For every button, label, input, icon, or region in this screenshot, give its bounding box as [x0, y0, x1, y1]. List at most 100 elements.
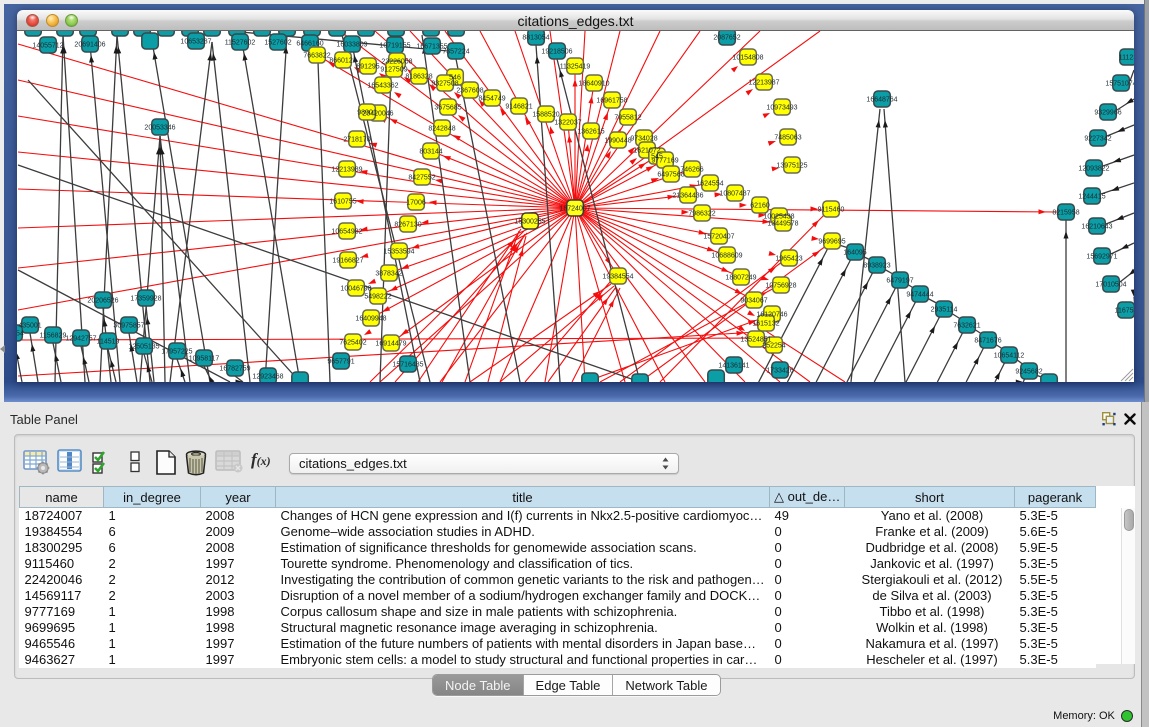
- svg-text:10688609: 10688609: [711, 252, 742, 259]
- svg-text:9227342: 9227342: [1084, 135, 1111, 142]
- svg-text:1244415: 1244415: [1078, 193, 1105, 200]
- svg-text:10154808: 10154808: [732, 54, 763, 61]
- svg-text:9245682: 9245682: [1015, 368, 1042, 375]
- svg-text:2718170: 2718170: [343, 136, 370, 143]
- svg-text:12213987: 12213987: [748, 79, 779, 86]
- svg-text:2935114: 2935114: [931, 306, 958, 313]
- svg-text:7986322: 7986322: [688, 210, 715, 217]
- svg-text:9777169: 9777169: [651, 157, 678, 164]
- svg-text:1156829: 1156829: [40, 332, 67, 339]
- svg-text:14136141: 14136141: [718, 362, 749, 369]
- svg-text:18640910: 18640910: [578, 80, 609, 87]
- svg-text:18724007: 18724007: [559, 205, 590, 212]
- svg-text:8813054: 8813054: [522, 34, 549, 41]
- svg-text:1527602: 1527602: [264, 39, 291, 46]
- svg-text:10719155: 10719155: [379, 42, 410, 49]
- svg-text:7663822: 7663822: [303, 52, 330, 59]
- svg-text:891295: 891295: [356, 63, 379, 70]
- svg-text:114519: 114519: [97, 338, 120, 345]
- svg-text:9474444: 9474444: [906, 291, 933, 298]
- svg-text:12923468: 12923468: [252, 373, 283, 380]
- svg-text:2087652: 2087652: [713, 34, 740, 41]
- svg-text:5498222: 5498222: [364, 293, 391, 300]
- svg-text:9115460: 9115460: [818, 206, 845, 213]
- svg-text:9734028: 9734028: [630, 135, 657, 142]
- svg-text:17359928: 17359928: [130, 295, 161, 302]
- svg-text:23226058: 23226058: [381, 58, 412, 65]
- svg-text:11123: 11123: [1119, 54, 1134, 61]
- svg-text:2367608: 2367608: [456, 87, 483, 94]
- svg-text:19166827: 19166827: [332, 257, 363, 264]
- svg-text:7632621: 7632621: [953, 322, 980, 329]
- svg-text:1362615: 1362615: [577, 128, 604, 135]
- svg-text:8242848: 8242848: [428, 125, 455, 132]
- svg-text:252254: 252254: [762, 342, 785, 349]
- svg-text:9034067: 9034067: [740, 297, 767, 304]
- svg-text:116753: 116753: [1115, 307, 1134, 314]
- svg-text:10958117: 10958117: [189, 355, 220, 362]
- svg-text:16914479: 16914479: [375, 340, 406, 347]
- svg-text:62160: 62160: [750, 202, 770, 209]
- svg-text:13975125: 13975125: [776, 162, 807, 169]
- svg-text:39154: 39154: [17, 330, 24, 337]
- svg-text:15300255: 15300255: [514, 218, 545, 225]
- svg-text:10025438: 10025438: [763, 213, 794, 220]
- svg-text:8267130: 8267130: [394, 221, 421, 228]
- svg-text:20053346: 20053346: [144, 124, 175, 131]
- svg-text:3878342: 3878342: [375, 270, 402, 277]
- svg-text:10654112: 10654112: [994, 352, 1025, 359]
- svg-text:9699695: 9699695: [818, 238, 845, 245]
- svg-text:9146821: 9146821: [505, 103, 532, 110]
- svg-text:1610755: 1610755: [329, 198, 356, 205]
- svg-text:16120746: 16120746: [756, 311, 787, 318]
- svg-text:9327508: 9327508: [431, 80, 458, 87]
- svg-text:20206526: 20206526: [87, 297, 118, 304]
- svg-text:10654982: 10654982: [331, 228, 362, 235]
- svg-text:15353594: 15353594: [383, 248, 414, 255]
- svg-text:21364436: 21364436: [672, 192, 703, 199]
- svg-text:8938923: 8938923: [863, 262, 890, 269]
- svg-text:8186328: 8186328: [405, 73, 432, 80]
- svg-text:9127509: 9127509: [380, 66, 407, 73]
- svg-text:8427552: 8427552: [408, 174, 435, 181]
- svg-text:164095: 164095: [843, 249, 866, 256]
- svg-text:12213989: 12213989: [331, 166, 362, 173]
- svg-text:16409948: 16409948: [355, 315, 386, 322]
- svg-text:1624554: 1624554: [696, 180, 723, 187]
- svg-text:16782759: 16782759: [219, 365, 250, 372]
- svg-text:1990448: 1990448: [604, 137, 631, 144]
- svg-text:13449578: 13449578: [767, 220, 798, 227]
- svg-text:15692971: 15692971: [1086, 253, 1117, 260]
- svg-text:1615132: 1615132: [752, 320, 779, 327]
- svg-text:9657791: 9657791: [327, 358, 354, 365]
- svg-text:7485063: 7485063: [774, 134, 801, 141]
- svg-text:6497568: 6497568: [657, 171, 684, 178]
- svg-text:10653287: 10653287: [180, 38, 211, 45]
- svg-text:1588520: 1588520: [532, 111, 559, 118]
- svg-text:11325419: 11325419: [560, 63, 591, 70]
- svg-text:8660124: 8660124: [329, 57, 356, 64]
- svg-text:17006: 17006: [406, 199, 426, 206]
- svg-text:19384554: 19384554: [602, 273, 633, 280]
- svg-text:17010504: 17010504: [1095, 281, 1126, 288]
- svg-text:11527602: 11527602: [225, 39, 256, 46]
- svg-text:14055712: 14055712: [32, 42, 63, 49]
- svg-text:30975857: 30975857: [113, 322, 144, 329]
- svg-text:1322037: 1322037: [554, 119, 581, 126]
- svg-text:16210643: 16210643: [1081, 223, 1112, 230]
- svg-text:10807487: 10807487: [719, 190, 750, 197]
- svg-text:9329966: 9329966: [1094, 109, 1121, 116]
- svg-text:8454749: 8454749: [478, 95, 505, 102]
- svg-text:20691406: 20691406: [74, 41, 105, 48]
- svg-text:15716485: 15716485: [392, 361, 423, 368]
- svg-text:16543362: 16543362: [367, 82, 398, 89]
- svg-text:435001: 435001: [18, 322, 41, 329]
- svg-text:6479197: 6479197: [886, 277, 913, 284]
- svg-text:10046798: 10046798: [340, 285, 371, 292]
- svg-text:8471676: 8471676: [974, 337, 1001, 344]
- svg-text:15751074: 15751074: [1105, 80, 1134, 87]
- svg-text:1965423: 1965423: [775, 255, 802, 262]
- svg-text:8215958: 8215958: [1052, 209, 1079, 216]
- svg-text:803144: 803144: [419, 148, 442, 155]
- svg-text:16961758: 16961758: [596, 97, 627, 104]
